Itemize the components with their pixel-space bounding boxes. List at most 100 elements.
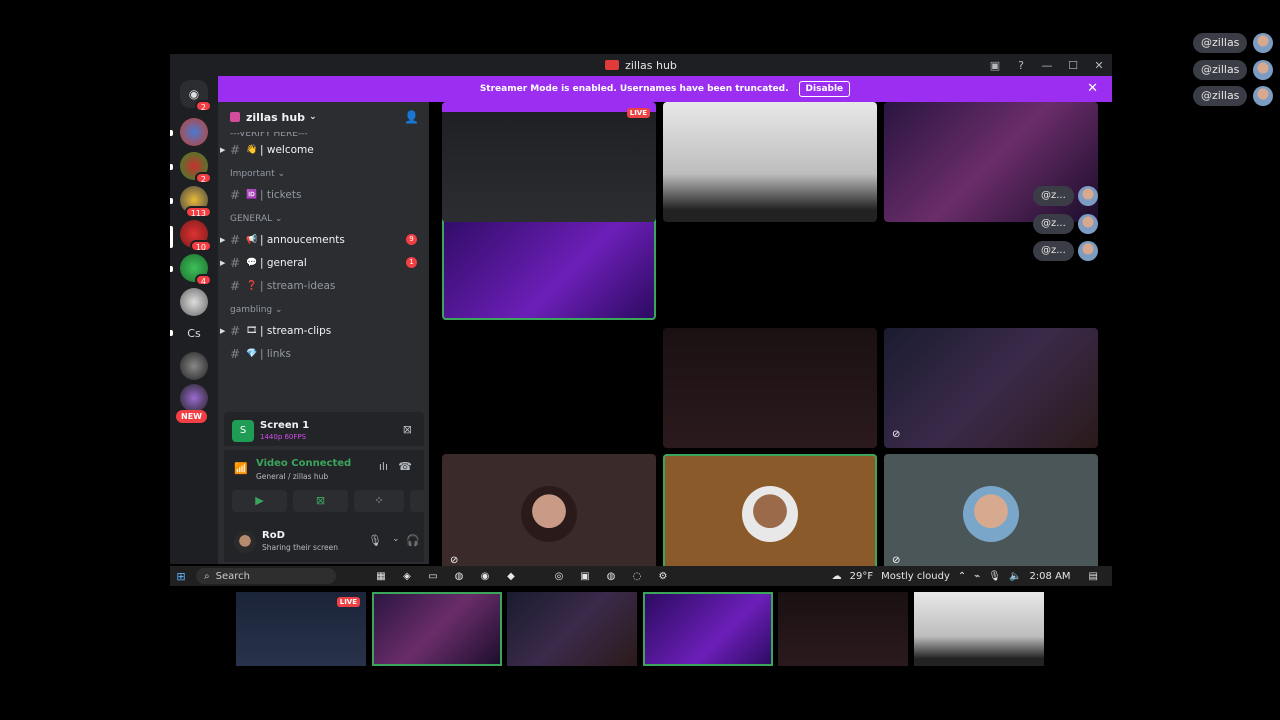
chevron-up-icon[interactable]: ⌃ <box>958 571 966 582</box>
unread-badge: 2 <box>194 100 212 112</box>
camera-button[interactable]: ▶ <box>232 490 287 512</box>
server-name: zillas hub <box>246 110 306 124</box>
channel-welcome[interactable]: ▶ # 👋 | welcome <box>220 138 423 161</box>
search-input[interactable]: ⌕ Search <box>196 568 336 584</box>
disable-button[interactable]: Disable <box>798 81 851 97</box>
overlay-user: @z... <box>1033 213 1098 235</box>
close-window-button[interactable]: ✕ <box>1086 59 1112 72</box>
chevron-down-icon[interactable]: ⌄ <box>392 534 400 544</box>
avatar <box>1077 186 1098 206</box>
search-placeholder: Search <box>215 570 250 582</box>
video-tile[interactable] <box>663 102 877 222</box>
server-icon[interactable]: 4 <box>180 254 212 286</box>
stop-stream-icon[interactable]: ⊠ <box>403 423 412 436</box>
screenshare-button[interactable]: ⊠ <box>293 490 348 512</box>
voice-location[interactable]: General / zillas hub <box>256 472 328 481</box>
clock[interactable]: 2:08 AM <box>1029 571 1070 582</box>
server-rail: ◉ 2 2 113 10 4 Cs NEW <box>170 76 218 564</box>
network-icon[interactable]: ⌁ <box>974 571 980 582</box>
avatar[interactable] <box>234 531 256 553</box>
minimize-button[interactable]: — <box>1034 59 1060 72</box>
steam-icon[interactable]: ◍ <box>450 571 468 582</box>
video-tile[interactable]: ⊘ <box>442 454 656 574</box>
weather-icon[interactable]: ☁ <box>832 571 842 582</box>
stream-preview-card[interactable]: S Screen 1 1440p 60FPS ⊠ <box>224 412 424 446</box>
avatar <box>1253 86 1274 106</box>
server-header[interactable]: zillas hub ⌄ 👤 <box>218 102 429 132</box>
channel-stream-ideas[interactable]: # ❓ | stream-ideas <box>224 274 423 297</box>
filmstrip-tile[interactable] <box>778 592 908 666</box>
server-icon-cs[interactable]: Cs <box>180 320 208 348</box>
notification-icon[interactable]: ▤ <box>1089 571 1098 582</box>
steam-icon[interactable]: ◍ <box>602 571 620 582</box>
muted-icon: ⊘ <box>450 555 459 566</box>
weather-description[interactable]: Mostly cloudy <box>881 571 950 582</box>
app-icon[interactable]: ▣ <box>576 571 594 582</box>
window-title: zillas hub <box>605 59 677 72</box>
server-icon[interactable] <box>180 352 208 380</box>
settings-icon[interactable]: ⚙ <box>654 571 672 582</box>
server-icon[interactable]: 10 <box>180 220 212 252</box>
hash-icon: # <box>230 323 241 338</box>
channel-general[interactable]: ▶ # 💬 | general 1 <box>220 251 423 274</box>
mic-icon[interactable]: 🎙 <box>368 534 382 547</box>
windows-start-icon[interactable]: ⊞ <box>170 570 192 583</box>
voice-connection-panel: 📶 Video Connected General / zillas hub ı… <box>224 450 460 522</box>
chevron-down-icon: ⌄ <box>309 112 317 122</box>
weather-temp[interactable]: 29°F <box>850 571 873 582</box>
file-explorer-icon[interactable]: ▭ <box>424 571 442 582</box>
discord-home-button[interactable]: ◉ 2 <box>180 80 212 112</box>
server-icon[interactable] <box>180 384 208 412</box>
signal-icon: 📶 <box>234 462 248 475</box>
noise-suppression-icon[interactable]: ılı <box>379 460 388 473</box>
filmstrip-tile[interactable] <box>914 592 1044 666</box>
video-tile[interactable]: ⊘ <box>884 454 1098 574</box>
stream-tile[interactable]: LIVE <box>442 102 656 222</box>
filmstrip-tile[interactable] <box>372 592 502 666</box>
chrome-icon[interactable]: ◎ <box>550 571 568 582</box>
category-important[interactable]: Important ⌄ <box>224 161 423 183</box>
caret-icon: ▶ <box>220 145 226 154</box>
help-icon[interactable]: ? <box>1008 59 1034 72</box>
calculator-icon[interactable]: ▦ <box>372 571 390 582</box>
mic-icon[interactable]: 🎙 <box>988 571 1001 582</box>
server-icon[interactable] <box>180 118 208 146</box>
filmstrip-tile[interactable]: LIVE <box>236 592 366 666</box>
volume-icon[interactable]: 🔈 <box>1009 571 1021 582</box>
banner-text: Streamer Mode is enabled. Usernames have… <box>479 84 789 94</box>
server-icon[interactable]: 113 <box>180 186 212 218</box>
discord-icon[interactable]: ◉ <box>476 571 494 582</box>
category-general[interactable]: GENERAL ⌄ <box>224 206 423 228</box>
app-icon[interactable]: ◆ <box>502 571 520 582</box>
overlay-username: @z... <box>1033 241 1074 261</box>
activities-button[interactable]: ⁘ <box>354 490 404 512</box>
overlay-username: @zillas <box>1193 86 1248 106</box>
close-icon[interactable]: ✕ <box>1087 81 1098 96</box>
video-tile[interactable]: ⊘ <box>884 328 1098 448</box>
server-icon[interactable]: 2 <box>180 152 212 184</box>
caret-icon: ▶ <box>220 235 226 244</box>
channel-links[interactable]: # 💎 | links <box>224 342 423 365</box>
video-tile[interactable] <box>663 454 877 574</box>
filmstrip-tile[interactable] <box>643 592 773 666</box>
hash-icon: # <box>230 255 241 270</box>
copilot-icon[interactable]: ◈ <box>398 571 416 582</box>
channel-stream-clips[interactable]: ▶ # 🎞 | stream-clips <box>220 319 423 342</box>
avatar <box>742 486 798 542</box>
voice-status[interactable]: Video Connected <box>256 458 351 469</box>
server-icon[interactable] <box>180 288 208 316</box>
channel-tickets[interactable]: # 🆔 | tickets <box>224 183 423 206</box>
new-badge[interactable]: NEW <box>176 410 207 423</box>
obs-icon[interactable]: ◌ <box>628 571 646 582</box>
username[interactable]: RoD <box>262 530 285 541</box>
invite-icon[interactable]: 👤 <box>404 110 419 124</box>
headphones-icon[interactable]: 🎧 <box>406 534 420 547</box>
channel-annoucements[interactable]: ▶ # 📢 | annoucements 9 <box>220 228 423 251</box>
maximize-button[interactable]: ☐ <box>1060 59 1086 72</box>
category-gambling[interactable]: gambling ⌄ <box>224 297 423 319</box>
unread-indicator <box>170 266 173 272</box>
disconnect-icon[interactable]: ☎ <box>398 460 412 473</box>
video-tile[interactable] <box>663 328 877 448</box>
filmstrip-tile[interactable] <box>507 592 637 666</box>
inbox-icon[interactable]: ▣ <box>982 59 1008 72</box>
